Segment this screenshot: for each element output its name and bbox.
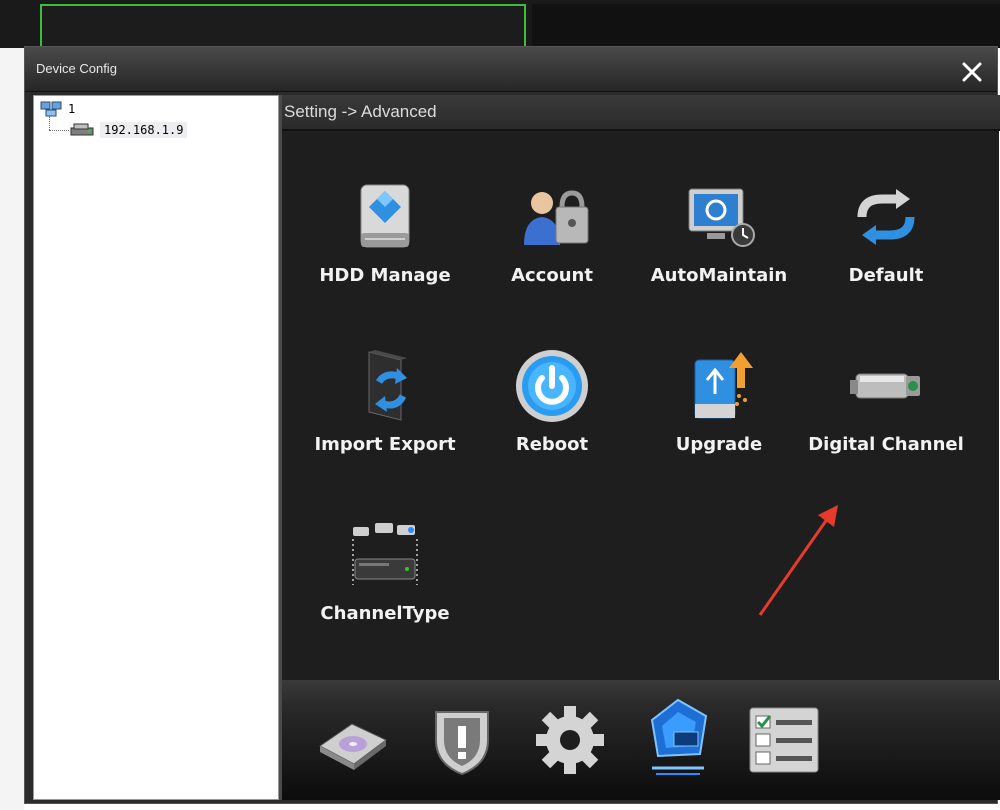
menu-item-label: ChannelType <box>320 603 450 624</box>
menu-item-import-export[interactable]: Import Export <box>305 346 465 496</box>
menu-item-label: Account <box>511 265 593 286</box>
dvr-device-icon <box>70 123 94 136</box>
menu-item-automaintain[interactable]: AutoMaintain <box>639 177 799 327</box>
close-icon <box>962 62 982 82</box>
account-icon <box>524 190 589 245</box>
network-group-icon <box>40 101 62 117</box>
default-icon <box>857 189 915 245</box>
upgrade-icon <box>694 352 753 419</box>
menu-item-digital-channel[interactable]: Digital Channel <box>806 346 966 496</box>
dialog-titlebar: Device Config <box>25 47 997 92</box>
menu-item-label: Digital Channel <box>808 434 964 455</box>
menu-item-label: HDD Manage <box>319 265 451 286</box>
import-export-icon <box>368 350 407 421</box>
menu-item-label: Default <box>848 265 924 286</box>
dock-item-system[interactable] <box>530 700 610 780</box>
dock-item-alarm[interactable] <box>422 700 502 780</box>
tree-root-label: 1 <box>68 102 76 116</box>
menu-item-label: Upgrade <box>675 434 763 455</box>
reboot-icon <box>516 350 588 422</box>
device-config-dialog: Device Config 1 192.168.1.9 Setting -> A… <box>24 46 1000 804</box>
dock-item-advanced[interactable] <box>638 690 718 775</box>
menu-item-upgrade[interactable]: Upgrade <box>639 346 799 496</box>
menu-item-account[interactable]: Account <box>472 177 632 327</box>
channel-type-icon <box>352 523 418 585</box>
checklist-icon <box>749 707 819 773</box>
settings-panel-inner: Setting -> Advanced HDD Manage Account A… <box>279 95 1000 800</box>
menu-item-label: Import Export <box>314 434 456 455</box>
dock-item-info[interactable] <box>744 700 824 780</box>
shield-alert-icon <box>435 711 489 776</box>
gear-icon <box>536 706 604 774</box>
tree-node-device[interactable]: 192.168.1.9 <box>70 122 188 138</box>
bottom-dock <box>282 680 1000 800</box>
background-video-panel <box>40 4 526 48</box>
tree-device-label: 192.168.1.9 <box>100 122 188 138</box>
tree-connector-h <box>49 130 69 132</box>
dock-item-storage[interactable] <box>312 700 392 780</box>
menu-item-hdd-manage[interactable]: HDD Manage <box>305 177 465 327</box>
automaintain-icon <box>688 188 755 247</box>
disk-icon <box>319 723 387 770</box>
breadcrumb: Setting -> Advanced <box>282 95 1000 131</box>
background-video-panel-2 <box>532 4 1000 48</box>
hdd-icon <box>360 184 410 248</box>
close-button[interactable] <box>961 61 983 83</box>
menu-item-channel-type[interactable]: ChannelType <box>305 515 465 665</box>
tree-node-root[interactable]: 1 <box>40 100 75 118</box>
menu-item-default[interactable]: Default <box>806 177 966 327</box>
dialog-title: Device Config <box>36 61 117 76</box>
menu-item-label: AutoMaintain <box>650 265 788 286</box>
device-tree: 1 192.168.1.9 <box>33 95 279 800</box>
settings-panel: Setting -> Advanced HDD Manage Account A… <box>279 95 1000 800</box>
advanced-icon <box>650 698 708 775</box>
camera-icon <box>850 373 920 399</box>
menu-item-reboot[interactable]: Reboot <box>472 346 632 496</box>
background-edge <box>0 48 24 810</box>
menu-item-label: Reboot <box>515 434 589 455</box>
tree-connector <box>49 116 51 130</box>
